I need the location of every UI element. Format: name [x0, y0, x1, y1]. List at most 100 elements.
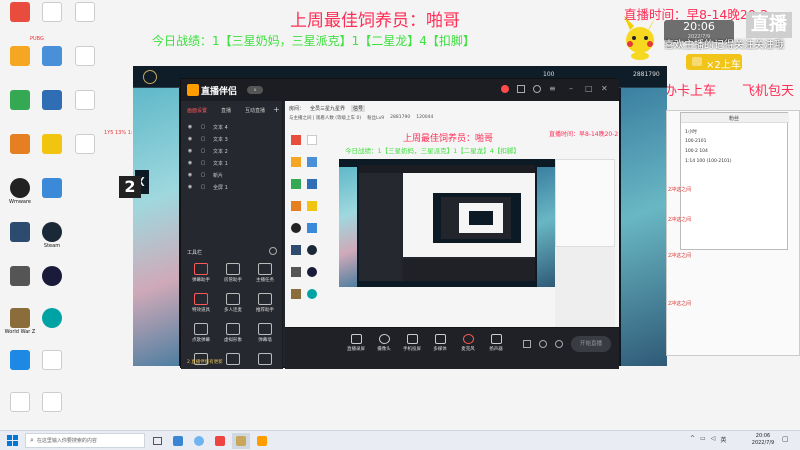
- tool-recommend[interactable]: 推荐助手: [245, 293, 285, 313]
- scene-item[interactable]: ◉ ▢ 新片: [181, 169, 281, 181]
- record-icon[interactable]: [523, 340, 531, 348]
- desktop-icon[interactable]: [68, 90, 102, 112]
- preview-area: 房间： 全员三星九星界 信号 与主播之间 | 观看人数 (等级上车 0) 粉丝L…: [285, 101, 619, 327]
- taskbar-app[interactable]: [253, 433, 271, 449]
- scene-item[interactable]: ◉ ▢ 文本 2: [181, 145, 281, 157]
- side-link[interactable]: 2冲这之间: [668, 252, 691, 259]
- file-icon: [75, 90, 95, 110]
- tools-more-icon[interactable]: [269, 247, 277, 255]
- preview-info-bar: 房间： 全员三星九星界 信号: [289, 105, 366, 112]
- desktop-icon[interactable]: Wmware: [3, 178, 37, 206]
- tool-extra2[interactable]: [245, 353, 285, 367]
- desktop-icon[interactable]: [3, 46, 37, 68]
- scene-item[interactable]: ◉ ▢ 文本 3: [181, 133, 281, 145]
- taskbar-search[interactable]: ⌕ 在这里输入你要搜索的内容: [25, 433, 145, 448]
- desktop-icon[interactable]: [35, 350, 69, 372]
- side-link[interactable]: 2冲这之间: [668, 216, 691, 223]
- camera-button[interactable]: 摄像头: [369, 334, 399, 352]
- desktop-icon[interactable]: [35, 178, 69, 200]
- menu-icon[interactable]: ≡: [549, 84, 556, 93]
- minimize-icon[interactable]: –: [569, 84, 573, 93]
- file-icon: [75, 46, 95, 66]
- taskbar-app-active[interactable]: [232, 432, 250, 449]
- mic-button[interactable]: 麦克风: [453, 334, 483, 352]
- system-tray: ^ ▭ ◁ 英: [690, 435, 726, 444]
- app-icon: [291, 157, 301, 167]
- nested-live-time: 直播时间：早8-14晚20-2: [549, 131, 619, 138]
- desktop-icon[interactable]: [68, 46, 102, 68]
- vmware-icon: [10, 178, 30, 198]
- stream-sidebar: 画面设置 直播 互动直播 + ◉ ▢ 文本 4 ◉ ▢ 文本 3 ◉ ▢ 文本 2 ◉ ▢ 文本…: [181, 101, 283, 369]
- desktop-icon[interactable]: [3, 222, 37, 244]
- close-icon[interactable]: ✕: [601, 84, 608, 93]
- taskbar-app[interactable]: [211, 433, 229, 449]
- side-link[interactable]: 2冲这之间: [668, 300, 691, 307]
- car-text: ×2上车: [706, 60, 741, 71]
- desktop-icon[interactable]: [68, 2, 102, 24]
- maximize-icon[interactable]: □: [585, 84, 593, 93]
- eye-icon: ◉: [187, 172, 193, 178]
- desktop-icon[interactable]: [3, 134, 37, 156]
- add-scene-icon[interactable]: +: [273, 105, 280, 114]
- desktop-icon[interactable]: [68, 134, 102, 156]
- update-footer[interactable]: 2.直播伴侣有更新: [187, 359, 223, 365]
- scene-item[interactable]: ◉ ▢ 文本 4: [181, 121, 281, 133]
- fans-window-title: 粉丝: [729, 116, 740, 122]
- network-icon[interactable]: ▭: [700, 435, 706, 444]
- danmaku-icon: [194, 263, 208, 275]
- tab-interact[interactable]: 互动直播: [245, 107, 265, 114]
- tool-wall[interactable]: 弹幕墙: [245, 323, 285, 343]
- desktop-icon[interactable]: [3, 350, 37, 372]
- tab-live[interactable]: 直播: [221, 107, 231, 114]
- bell-icon[interactable]: [533, 85, 541, 93]
- screen-record-button[interactable]: 直播录屏: [341, 334, 371, 352]
- desktop-icon[interactable]: [3, 90, 37, 112]
- start-button[interactable]: [3, 433, 21, 449]
- settings-icon[interactable]: [555, 340, 563, 348]
- lock-icon: ▢: [200, 136, 206, 142]
- shop-icon[interactable]: [517, 85, 525, 93]
- app-icon: [307, 267, 317, 277]
- tool-task[interactable]: 主播任务: [245, 263, 285, 283]
- desktop-icon[interactable]: [35, 308, 69, 330]
- link-icon[interactable]: [539, 340, 547, 348]
- speaker-button[interactable]: 扬声器: [481, 334, 511, 352]
- scene-item[interactable]: ◉ ▢ 全屏 1: [181, 181, 281, 193]
- desktop-icon[interactable]: [35, 90, 69, 112]
- edge-icon: [194, 435, 204, 446]
- taskbar-clock[interactable]: 20:06 2022/7/9: [748, 433, 778, 447]
- notification-icon[interactable]: ▢: [782, 435, 789, 443]
- file-icon: [75, 134, 95, 154]
- file-icon: [42, 392, 62, 412]
- volume-icon[interactable]: ◁: [711, 435, 716, 444]
- fans-window: 粉丝 1小时 100·2101 100·2 104 1:14 100 (100·…: [680, 112, 789, 250]
- side-link[interactable]: 2冲这之间: [668, 186, 691, 193]
- taskbar-app[interactable]: [190, 433, 208, 449]
- desktop-icon[interactable]: [3, 266, 37, 288]
- desktop-icon[interactable]: [3, 392, 37, 414]
- desktop-icon[interactable]: [3, 2, 37, 24]
- desktop-icon[interactable]: [35, 266, 69, 288]
- desktop-icon[interactable]: World War Z: [3, 308, 37, 336]
- start-live-button[interactable]: 开始直播: [571, 336, 611, 352]
- media-button[interactable]: 多媒体: [425, 334, 455, 352]
- desktop-icon[interactable]: [35, 46, 69, 68]
- taskview-button[interactable]: [148, 433, 166, 449]
- nested-record: 今日战绩：1【三星奶妈，三星派克】1【二星龙】4【扣脚】: [345, 147, 520, 155]
- language-indicator[interactable]: 英: [720, 435, 726, 444]
- tray-arrow-icon[interactable]: ^: [690, 435, 695, 444]
- tab-scene[interactable]: 画面设置: [187, 107, 207, 114]
- phone-cast-button[interactable]: 手机投屏: [397, 334, 427, 352]
- desktop-icon[interactable]: [35, 134, 69, 156]
- desktop-icon[interactable]: [35, 2, 69, 24]
- stream-bottom-toolbar: 直播录屏 摄像头 手机投屏 多媒体 麦克风 扬声器 开始直播: [285, 327, 619, 369]
- desktop-icon[interactable]: Steam: [35, 222, 69, 250]
- scene-item[interactable]: ◉ ▢ 文本 1: [181, 157, 281, 169]
- taskbar-app[interactable]: [169, 433, 187, 449]
- gift-icon[interactable]: [501, 85, 509, 93]
- app-icon: [10, 90, 30, 110]
- desktop-icon[interactable]: [35, 392, 69, 414]
- steam-icon: [307, 245, 317, 255]
- app-icon: [291, 245, 301, 255]
- eye-icon: ◉: [187, 136, 193, 142]
